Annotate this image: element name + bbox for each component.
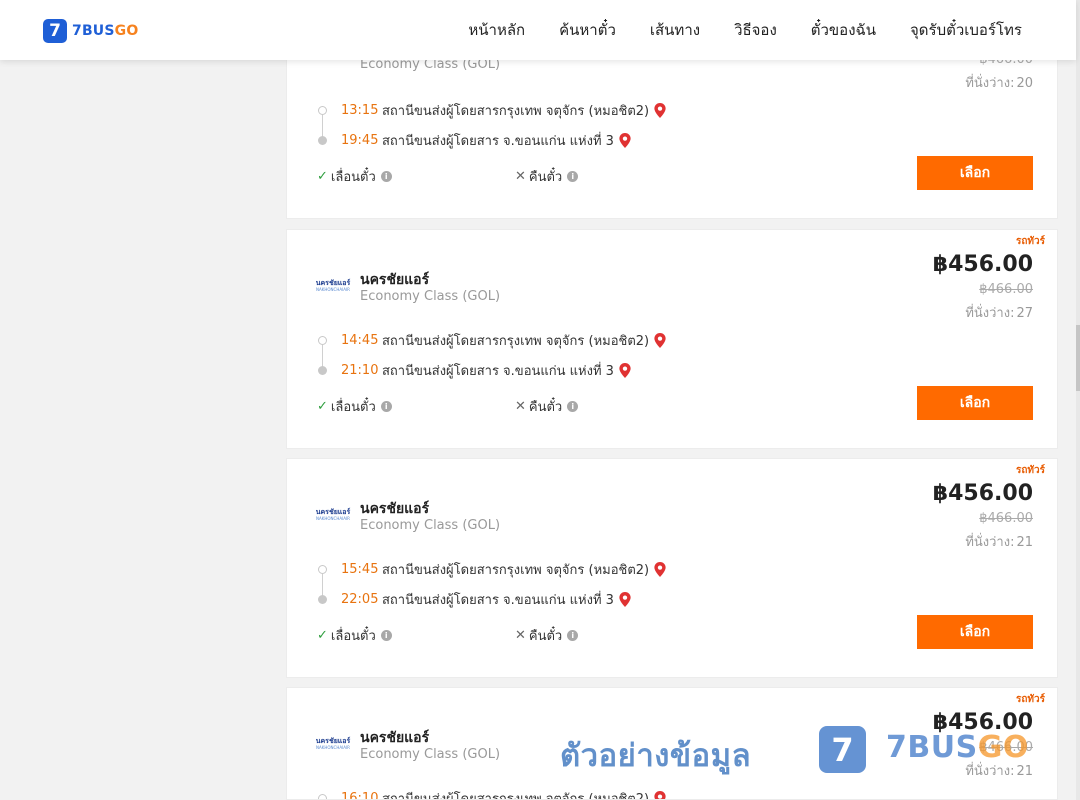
- operator-logo: นครชัยแอร์ NAKHONCHAIAIR: [315, 278, 351, 292]
- depart-stop: 15:45 สถานีขนส่งผู้โดยสารกรุงเทพ จตุจักร…: [341, 559, 666, 580]
- operator-logo: นครชัยแอร์ NAKHONCHAIAIR: [315, 736, 351, 750]
- map-pin-icon[interactable]: [654, 333, 666, 348]
- depart-stop: 14:45 สถานีขนส่งผู้โดยสารกรุงเทพ จตุจักร…: [341, 330, 666, 351]
- info-icon[interactable]: i: [567, 630, 579, 641]
- arrive-time: 19:45: [341, 133, 379, 148]
- bus-type-tag: รถทัวร์: [1015, 465, 1045, 476]
- top-header: 7 7BUSGO หน้าหลัก ค้นหาตั๋ว เส้นทาง วิธี…: [0, 0, 1076, 60]
- arrive-stop: 21:10 สถานีขนส่งผู้โดยสาร จ.ขอนแก่น แห่ง…: [341, 360, 631, 381]
- depart-stop: 16:10 สถานีขนส่งผู้โดยสารกรุงเทพ จตุจักร…: [341, 788, 666, 800]
- nav-search-ticket[interactable]: ค้นหาตั๋ว: [559, 18, 616, 42]
- select-trip-button[interactable]: เลือก: [917, 615, 1033, 649]
- depart-place: สถานีขนส่งผู้โดยสารกรุงเทพ จตุจักร (หมอช…: [382, 104, 650, 119]
- seats-available: ที่นั่งว่าง: 27: [965, 306, 1033, 321]
- nav-my-tickets[interactable]: ตั๋วของฉัน: [811, 18, 876, 42]
- map-pin-icon[interactable]: [619, 592, 631, 607]
- cross-icon: ✕: [515, 169, 526, 184]
- arrive-stop: 19:45 สถานีขนส่งผู้โดยสาร จ.ขอนแก่น แห่ง…: [341, 130, 631, 151]
- info-icon[interactable]: i: [567, 401, 579, 412]
- info-icon[interactable]: i: [380, 171, 392, 182]
- check-icon: ✓: [317, 169, 328, 184]
- trip-card: รถทัวร์ นครชัยแอร์ NAKHONCHAIAIR นครชัยแอ…: [286, 229, 1058, 449]
- cross-icon: ✕: [515, 628, 526, 643]
- price: ฿456.00: [932, 481, 1033, 506]
- check-icon: ✓: [317, 628, 328, 643]
- operator-name: นครชัยแอร์: [360, 730, 430, 746]
- depart-time: 15:45: [341, 562, 379, 577]
- check-icon: ✓: [317, 399, 328, 414]
- map-pin-icon[interactable]: [654, 562, 666, 577]
- info-icon[interactable]: i: [567, 171, 579, 182]
- logo-mark: 7: [43, 19, 67, 43]
- seats-available: ที่นั่งว่าง: 21: [965, 535, 1033, 550]
- trip-card: รถทัวร์ นครชัยแอร์ NAKHONCHAIAIR นครชัยแอ…: [286, 458, 1058, 678]
- depart-time: 16:10: [341, 791, 379, 800]
- nav-how-to-book[interactable]: วิธีจอง: [734, 18, 777, 42]
- arrive-dot-icon: [318, 595, 327, 604]
- site-logo[interactable]: 7 7BUSGO: [43, 19, 138, 43]
- page-scrollbar[interactable]: [1076, 0, 1080, 800]
- depart-dot-icon: [318, 565, 327, 574]
- refund-ticket-policy: ✕ คืนตั๋ว i: [515, 396, 579, 417]
- select-trip-button[interactable]: เลือก: [917, 386, 1033, 420]
- arrive-dot-icon: [318, 136, 327, 145]
- logo-text: 7BUSGO: [72, 23, 139, 39]
- nav-home[interactable]: หน้าหลัก: [468, 18, 525, 42]
- change-ticket-policy: ✓ เลื่อนตั๋ว i: [317, 396, 392, 417]
- depart-stop: 13:15 สถานีขนส่งผู้โดยสารกรุงเทพ จตุจักร…: [341, 100, 666, 121]
- depart-time: 13:15: [341, 103, 379, 118]
- depart-dot-icon: [318, 794, 327, 799]
- arrive-time: 21:10: [341, 363, 379, 378]
- nav-routes[interactable]: เส้นทาง: [650, 18, 700, 42]
- seat-class: Economy Class (GOL): [360, 747, 501, 762]
- info-icon[interactable]: i: [380, 630, 392, 641]
- cross-icon: ✕: [515, 399, 526, 414]
- info-icon[interactable]: i: [380, 401, 392, 412]
- bus-type-tag: รถทัวร์: [1015, 236, 1045, 247]
- watermark-logo-mark: 7: [819, 726, 866, 773]
- old-price: ฿466.00: [979, 511, 1033, 526]
- watermark-brand: 7BUSGO: [886, 730, 1029, 765]
- arrive-place: สถานีขนส่งผู้โดยสาร จ.ขอนแก่น แห่งที่ 3: [382, 364, 614, 379]
- arrive-stop: 22:05 สถานีขนส่งผู้โดยสาร จ.ขอนแก่น แห่ง…: [341, 589, 631, 610]
- map-pin-icon[interactable]: [619, 133, 631, 148]
- operator-logo: นครชัยแอร์ NAKHONCHAIAIR: [315, 507, 351, 521]
- operator-name: นครชัยแอร์: [360, 501, 430, 517]
- price: ฿456.00: [932, 252, 1033, 277]
- seat-class: Economy Class (GOL): [360, 518, 501, 533]
- depart-place: สถานีขนส่งผู้โดยสารกรุงเทพ จตุจักร (หมอช…: [382, 792, 650, 800]
- nav-ticket-pickup-points[interactable]: จุดรับตั๋วเบอร์โทร: [910, 18, 1022, 42]
- map-pin-icon[interactable]: [654, 791, 666, 800]
- arrive-place: สถานีขนส่งผู้โดยสาร จ.ขอนแก่น แห่งที่ 3: [382, 134, 614, 149]
- change-ticket-policy: ✓ เลื่อนตั๋ว i: [317, 166, 392, 187]
- operator-name: นครชัยแอร์: [360, 272, 430, 288]
- map-pin-icon[interactable]: [619, 363, 631, 378]
- depart-place: สถานีขนส่งผู้โดยสารกรุงเทพ จตุจักร (หมอช…: [382, 563, 650, 578]
- depart-time: 14:45: [341, 333, 379, 348]
- seats-available: ที่นั่งว่าง: 20: [965, 76, 1033, 91]
- change-ticket-policy: ✓ เลื่อนตั๋ว i: [317, 625, 392, 646]
- arrive-dot-icon: [318, 366, 327, 375]
- depart-place: สถานีขนส่งผู้โดยสารกรุงเทพ จตุจักร (หมอช…: [382, 334, 650, 349]
- arrive-place: สถานีขนส่งผู้โดยสาร จ.ขอนแก่น แห่งที่ 3: [382, 593, 614, 608]
- arrive-time: 22:05: [341, 592, 379, 607]
- sample-data-watermark: ตัวอย่างข้อมูล: [560, 738, 752, 774]
- seat-class: Economy Class (GOL): [360, 289, 501, 304]
- refund-ticket-policy: ✕ คืนตั๋ว i: [515, 166, 579, 187]
- bus-type-tag: รถทัวร์: [1015, 694, 1045, 705]
- refund-ticket-policy: ✕ คืนตั๋ว i: [515, 625, 579, 646]
- scrollbar-thumb[interactable]: [1076, 325, 1080, 391]
- select-trip-button[interactable]: เลือก: [917, 156, 1033, 190]
- depart-dot-icon: [318, 106, 327, 115]
- old-price: ฿466.00: [979, 282, 1033, 297]
- depart-dot-icon: [318, 336, 327, 345]
- map-pin-icon[interactable]: [654, 103, 666, 118]
- main-nav: หน้าหลัก ค้นหาตั๋ว เส้นทาง วิธีจอง ตั๋วข…: [434, 0, 1022, 60]
